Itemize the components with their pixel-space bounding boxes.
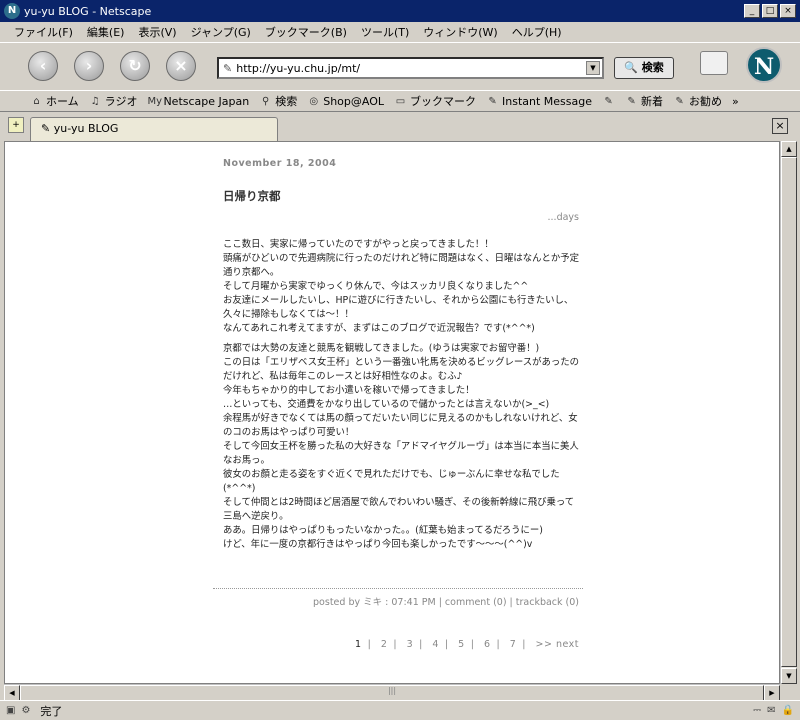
shop-icon: ◎ [309, 95, 319, 107]
bookmark-icon: ✎ [627, 95, 636, 107]
new-tab-icon[interactable]: + [8, 117, 24, 133]
status-bar: ▣ ⚙ 完了 ⎓ ✉ 🔒 [0, 700, 800, 720]
url-input[interactable] [236, 61, 577, 75]
post-footer[interactable]: posted by ミキ : 07:41 PM | comment (0) | … [313, 594, 579, 608]
connection-icon: ⎓ [753, 705, 762, 716]
forward-button[interactable]: › [74, 51, 104, 81]
scroll-down-arrow-icon[interactable]: ▼ [781, 668, 797, 684]
menu-view[interactable]: 表示(V) [138, 24, 176, 40]
menu-file[interactable]: ファイル(F) [14, 24, 73, 40]
post-paragraph-1: ここ数日、実家に帰っていたのですがやっと戻ってきました！！ 頭痛がひどいので先週… [223, 239, 579, 334]
post-body: ここ数日、実家に帰っていたのですがやっと戻ってきました！！ 頭痛がひどいので先週… [223, 238, 579, 558]
lock-icon[interactable]: 🔒 [782, 705, 794, 716]
post-date: November 18, 2004 [223, 158, 337, 169]
search-button-label: 検索 [641, 61, 664, 74]
scroll-right-arrow-icon[interactable]: ▶ [764, 685, 780, 701]
offline-icon[interactable]: ⚙ [21, 705, 30, 716]
bookmark-home[interactable]: ⌂ ホーム [30, 93, 79, 109]
bookmark-icon: ✎ [604, 95, 613, 107]
window-titlebar: N yu-yu BLOG - Netscape _ □ × [0, 0, 800, 22]
url-bar[interactable]: ✎ ▼ [217, 57, 604, 79]
bookmark-label: 検索 [275, 95, 298, 108]
page-link-7[interactable]: 7 [510, 639, 517, 650]
search-icon: 🔍 [624, 61, 638, 74]
next-page-link[interactable]: >> next [536, 639, 580, 650]
bookmark-label: Netscape Japan [163, 94, 250, 108]
tab-favicon-icon: ✎ [41, 122, 54, 135]
navigation-toolbar: ‹ › ↻ × ✎ ▼ 🔍 検索 N [0, 42, 800, 90]
my-icon: My [147, 95, 162, 107]
post-paragraph-2: 京都では大勢の友達と競馬を観戦してきました。(ゆうは実家でお留守番！) この日は… [223, 343, 579, 550]
mail-icon[interactable]: ✉ [767, 705, 775, 716]
page-link-4[interactable]: 4 [432, 639, 439, 650]
reload-button[interactable]: ↻ [120, 51, 150, 81]
personal-toolbar: ⌂ ホーム ♫ ラジオ My Netscape Japan ⚲ 検索 ◎ Sho… [0, 90, 800, 112]
home-icon: ⌂ [33, 95, 40, 107]
bookmarks-menu[interactable]: ▭ ブックマーク [394, 93, 476, 109]
window-title: yu-yu BLOG - Netscape [24, 4, 152, 18]
radio-icon: ♫ [90, 95, 100, 107]
tab-bar: + ✎ yu-yu BLOG × [0, 113, 800, 141]
bookmark-search[interactable]: ⚲ 検索 [259, 93, 297, 109]
netscape-logo[interactable]: N [746, 47, 782, 83]
post-title: 日帰り京都 [223, 189, 281, 203]
minimize-button[interactable]: _ [744, 4, 760, 18]
page-link-1[interactable]: 1 [355, 639, 362, 650]
back-button[interactable]: ‹ [28, 51, 58, 81]
netscape-app-icon: N [4, 3, 20, 19]
bookmark-label: 新着 [641, 95, 664, 108]
tab-label: yu-yu BLOG [53, 122, 119, 135]
bookmark-icon: ✎ [488, 95, 497, 107]
bookmark-radio[interactable]: ♫ ラジオ [89, 93, 138, 109]
pagination: 1 | 2 | 3 | 4 | 5 | 6 | 7 | >> next [355, 639, 579, 650]
toolbar-overflow-button[interactable]: » [732, 95, 739, 108]
bookmark-label: ラジオ [104, 95, 138, 108]
vertical-scrollbar[interactable]: ▲ ▼ [780, 141, 797, 684]
print-icon[interactable] [700, 51, 728, 75]
bookmark-unnamed[interactable]: ✎ [602, 95, 615, 108]
page-link-2[interactable]: 2 [381, 639, 388, 650]
page-proxy-icon: ✎ [223, 61, 233, 75]
menu-edit[interactable]: 編集(E) [87, 24, 125, 40]
horizontal-scrollbar[interactable]: ◀ ||| ▶ [4, 684, 780, 701]
folder-icon: ▭ [395, 95, 406, 107]
scroll-up-arrow-icon[interactable]: ▲ [781, 141, 797, 157]
scroll-left-arrow-icon[interactable]: ◀ [4, 685, 20, 701]
url-dropdown-button[interactable]: ▼ [586, 61, 600, 75]
page-link-6[interactable]: 6 [484, 639, 491, 650]
bookmark-icon: ✎ [675, 95, 684, 107]
bookmark-netscape-japan[interactable]: My Netscape Japan [147, 95, 249, 108]
bookmark-label: ブックマーク [410, 95, 477, 108]
bookmark-new[interactable]: ✎ 新着 [625, 93, 663, 109]
page-link-3[interactable]: 3 [407, 639, 414, 650]
horizontal-scroll-thumb[interactable]: ||| [20, 685, 764, 701]
maximize-button[interactable]: □ [762, 4, 778, 18]
bookmark-shop[interactable]: ◎ Shop@AOL [307, 95, 384, 108]
bookmark-label: Instant Message [502, 94, 593, 108]
menu-tools[interactable]: ツール(T) [361, 24, 409, 40]
tab-yu-yu-blog[interactable]: ✎ yu-yu BLOG [30, 117, 278, 141]
status-text: 完了 [40, 704, 63, 718]
bookmark-instant-message[interactable]: ✎ Instant Message [486, 95, 592, 108]
menu-window[interactable]: ウィンドウ(W) [423, 24, 497, 40]
search-icon: ⚲ [262, 95, 270, 107]
bookmark-label: お勧め [689, 95, 723, 108]
close-tab-button[interactable]: × [772, 118, 788, 134]
post-category-link[interactable]: ...days [548, 212, 579, 223]
menu-go[interactable]: ジャンプ(G) [191, 24, 251, 40]
menu-bookmarks[interactable]: ブックマーク(B) [265, 24, 347, 40]
bookmark-recommend[interactable]: ✎ お勧め [673, 93, 722, 109]
bookmark-label: Shop@AOL [323, 94, 385, 108]
search-button[interactable]: 🔍 検索 [614, 57, 674, 79]
post-divider [213, 588, 583, 589]
stop-button[interactable]: × [166, 51, 196, 81]
page-content: November 18, 2004 日帰り京都 ...days ここ数日、実家に… [4, 141, 780, 684]
menu-bar: ファイル(F) 編集(E) 表示(V) ジャンプ(G) ブックマーク(B) ツー… [0, 22, 800, 42]
page-link-5[interactable]: 5 [458, 639, 465, 650]
close-button[interactable]: × [780, 4, 796, 18]
menu-help[interactable]: ヘルプ(H) [512, 24, 562, 40]
vertical-scroll-thumb[interactable] [781, 157, 797, 667]
security-icon: ▣ [6, 705, 16, 716]
bookmark-label: ホーム [46, 95, 79, 108]
